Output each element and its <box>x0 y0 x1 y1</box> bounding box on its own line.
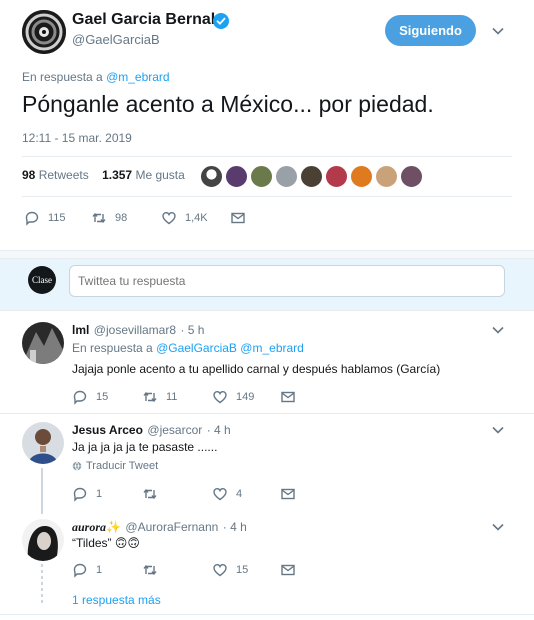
reply-avatar[interactable] <box>22 519 64 561</box>
reply-avatar[interactable] <box>22 322 64 364</box>
envelope-icon <box>231 212 245 224</box>
divider <box>22 156 512 157</box>
heart-icon <box>213 390 227 404</box>
divider <box>0 413 534 414</box>
message-action[interactable] <box>280 562 304 578</box>
retweet-action[interactable] <box>142 562 166 578</box>
likers-avatars <box>200 165 423 188</box>
reply-icon <box>73 390 87 405</box>
reply-prefix: En respuesta a <box>22 70 103 84</box>
message-action[interactable] <box>280 389 304 405</box>
heart-icon <box>162 211 176 225</box>
retweet-count: 98 <box>115 212 128 224</box>
liker-avatar[interactable] <box>250 165 273 188</box>
reply-author-handle[interactable]: @AuroraFernann <box>125 520 218 534</box>
author-name[interactable]: Gael Garcia Bernal <box>72 11 215 29</box>
reply-text: Jajaja ponle acento a tu apellido carnal… <box>72 362 441 376</box>
chevron-down-icon[interactable] <box>491 520 505 534</box>
retweets-stat[interactable]: 98 Retweets <box>22 168 89 182</box>
likes-stat[interactable]: 1.357 Me gusta <box>102 168 185 182</box>
reply-header: aurora✨ @AuroraFernann · 4 h <box>72 518 247 536</box>
reply-context: En respuesta a @m_ebrard <box>22 70 170 84</box>
chevron-down-icon[interactable] <box>491 423 505 437</box>
reply-action[interactable]: 115 <box>24 210 66 226</box>
divider <box>22 196 512 197</box>
retweet-icon <box>143 488 157 500</box>
reply-count: 115 <box>48 212 66 224</box>
reply-action[interactable]: 1 <box>72 562 102 578</box>
heart-icon <box>213 563 227 577</box>
reply-action[interactable]: 15 <box>72 389 108 405</box>
like-action[interactable]: 4 <box>212 486 242 502</box>
like-count: 1,4K <box>185 212 208 224</box>
like-action[interactable]: 149 <box>212 389 254 405</box>
reply-author-handle[interactable]: @jesarcor <box>147 423 202 437</box>
reply-author-name[interactable]: lml <box>72 323 89 337</box>
liker-avatar[interactable] <box>300 165 323 188</box>
reply-author-handle[interactable]: @josevillamar8 <box>94 323 176 337</box>
section-gap <box>0 250 534 259</box>
reply-icon <box>73 487 87 502</box>
liker-avatar[interactable] <box>375 165 398 188</box>
envelope-icon <box>281 488 295 500</box>
reply-text: “Tildes” 🙃🙃 <box>72 536 140 550</box>
tweet-stats: 98 Retweets 1.357 Me gusta <box>22 168 185 182</box>
liker-avatar[interactable] <box>400 165 423 188</box>
reply-text: Ja ja ja ja ja te pasaste ...... <box>72 440 218 454</box>
author-handle[interactable]: @GaelGarciaB <box>72 32 160 47</box>
reply-time[interactable]: · 4 h <box>207 423 231 437</box>
like-action[interactable]: 15 <box>212 562 248 578</box>
reply-input[interactable] <box>69 265 505 297</box>
reply-author-name[interactable]: Jesus Arceo <box>72 423 143 437</box>
reply-to-link[interactable]: @GaelGarciaB <box>156 341 237 355</box>
retweet-icon <box>92 212 106 224</box>
reply-header: Jesus Arceo @jesarcor · 4 h <box>72 421 231 439</box>
user-avatar[interactable]: Clase <box>28 266 56 294</box>
thread-line-dotted <box>41 564 43 606</box>
reply-to-link[interactable]: @m_ebrard <box>106 70 170 84</box>
message-action[interactable] <box>280 486 304 502</box>
reply-context: En respuesta a @GaelGarciaB @m_ebrard <box>72 341 304 355</box>
reply-icon <box>25 211 39 226</box>
reply-avatar[interactable] <box>22 422 64 464</box>
retweet-action[interactable]: 98 <box>91 210 127 226</box>
reply-header: lml @josevillamar8 · 5 h <box>72 321 204 339</box>
message-action[interactable] <box>230 210 254 226</box>
globe-icon <box>72 461 82 471</box>
like-action[interactable]: 1,4K <box>161 210 208 226</box>
following-button[interactable]: Siguiendo <box>385 15 476 46</box>
chevron-down-icon[interactable] <box>491 24 505 38</box>
author-avatar[interactable] <box>22 10 66 54</box>
more-replies-link[interactable]: 1 respuesta más <box>72 593 161 607</box>
liker-avatar[interactable] <box>275 165 298 188</box>
reply-to-link[interactable]: @m_ebrard <box>240 341 304 355</box>
liker-avatar[interactable] <box>200 165 223 188</box>
retweet-icon <box>143 391 157 403</box>
reply-action[interactable]: 1 <box>72 486 102 502</box>
divider <box>0 614 534 615</box>
retweet-action[interactable]: 11 <box>142 389 177 405</box>
liker-avatar[interactable] <box>225 165 248 188</box>
envelope-icon <box>281 391 295 403</box>
tweet-text: Pónganle acento a México... por piedad. <box>22 91 434 117</box>
reply-time[interactable]: · 4 h <box>223 520 247 534</box>
thread-line <box>41 468 43 514</box>
tweet-timestamp[interactable]: 12:11 - 15 mar. 2019 <box>22 131 132 145</box>
translate-tweet[interactable]: Traducir Tweet <box>72 460 158 472</box>
sparkles-icon: ✨ <box>106 520 121 534</box>
retweet-action[interactable] <box>142 486 166 502</box>
retweet-icon <box>143 564 157 576</box>
verified-badge-icon <box>213 13 229 29</box>
chevron-down-icon[interactable] <box>491 323 505 337</box>
liker-avatar[interactable] <box>325 165 348 188</box>
reply-icon <box>73 563 87 578</box>
liker-avatar[interactable] <box>350 165 373 188</box>
envelope-icon <box>281 564 295 576</box>
reply-author-name[interactable]: aurora <box>72 520 106 534</box>
reply-time[interactable]: · 5 h <box>180 323 204 337</box>
heart-icon <box>213 487 227 501</box>
